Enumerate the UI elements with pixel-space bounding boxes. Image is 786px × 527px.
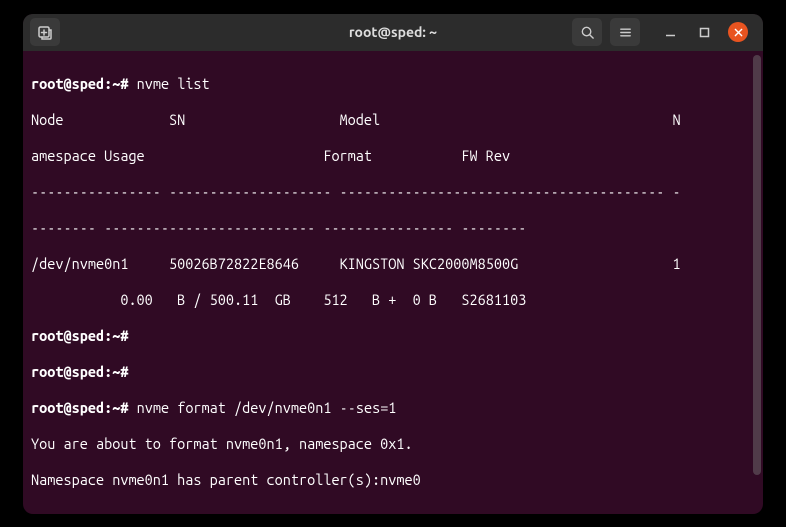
scrollbar[interactable]: [753, 55, 761, 475]
new-tab-icon: [37, 24, 53, 40]
prompt: root@sped:~#: [31, 327, 128, 344]
maximize-button[interactable]: [694, 22, 714, 42]
prompt: root@sped:~#: [31, 75, 128, 92]
window-controls: [660, 22, 748, 42]
terminal-content: root@sped:~# nvme list Node SN Model N a…: [31, 57, 755, 514]
terminal-body[interactable]: root@sped:~# nvme list Node SN Model N a…: [23, 51, 763, 514]
menu-button[interactable]: [610, 18, 640, 46]
titlebar-right: [570, 18, 758, 46]
hamburger-icon: [618, 25, 633, 40]
new-tab-button[interactable]: [30, 18, 60, 46]
minimize-button[interactable]: [660, 22, 680, 42]
search-button[interactable]: [572, 18, 602, 46]
output-line: Node SN Model N: [31, 111, 755, 129]
output-line: /dev/nvme0n1 50026B72822E8646 KINGSTON S…: [31, 255, 755, 273]
prompt: root@sped:~#: [31, 399, 128, 416]
window-title: root@sped: ~: [349, 24, 437, 40]
output-line: -------- -------------------------- ----…: [31, 219, 755, 237]
prompt: root@sped:~#: [31, 363, 128, 380]
command-text: nvme format /dev/nvme0n1 --ses=1: [137, 399, 397, 416]
output-line: You are about to format nvme0n1, namespa…: [31, 435, 755, 453]
command-text: nvme list: [137, 75, 210, 92]
minimize-icon: [665, 27, 676, 38]
close-button[interactable]: [728, 22, 748, 42]
output-line: 0.00 B / 500.11 GB 512 B + 0 B S2681103: [31, 291, 755, 309]
terminal-window: root@sped: ~: [23, 14, 763, 514]
output-line: Namespace nvme0n1 has parent controller(…: [31, 471, 755, 489]
output-line: ---------------- -------------------- --…: [31, 183, 755, 201]
titlebar: root@sped: ~: [23, 14, 763, 51]
close-icon: [734, 28, 743, 37]
output-line: amespace Usage Format FW Rev: [31, 147, 755, 165]
search-icon: [580, 25, 595, 40]
titlebar-left: [28, 18, 62, 46]
maximize-icon: [699, 27, 710, 38]
